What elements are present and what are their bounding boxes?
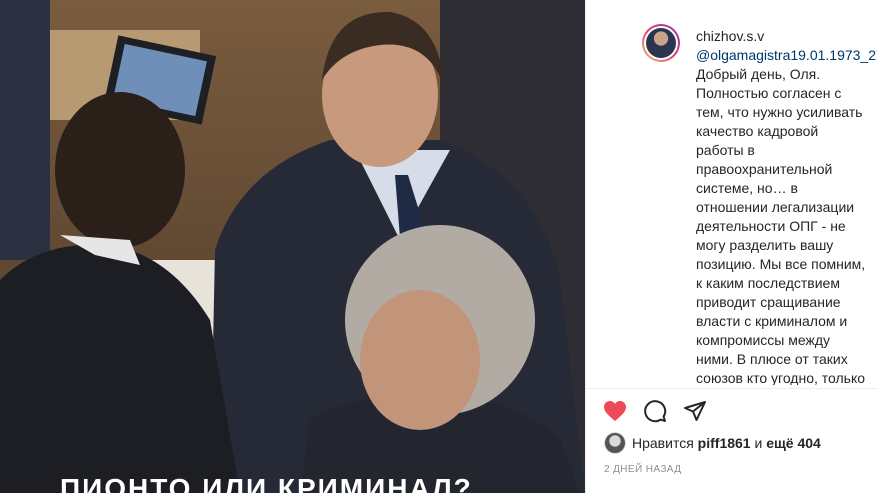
comment-mention[interactable]: @olgamagistra19.01.1973_279 xyxy=(696,47,877,63)
divider xyxy=(586,388,877,389)
post-timestamp[interactable]: 2 ДНЕЙ НАЗАД xyxy=(604,464,681,475)
post-actions xyxy=(602,396,708,426)
comment-text: Добрый день, Оля. Полностью согласен с т… xyxy=(696,66,866,385)
parliament-photo-illustration xyxy=(0,0,585,493)
comment-button[interactable] xyxy=(642,398,668,424)
likes-count[interactable]: ещё 404 xyxy=(766,435,821,451)
comment-scroll-area[interactable]: chizhov.s.v @olgamagistra19.01.1973_279 … xyxy=(586,0,877,385)
likes-user[interactable]: piff1861 xyxy=(698,435,751,451)
share-button[interactable] xyxy=(682,398,708,424)
share-icon xyxy=(684,401,706,421)
avatar[interactable] xyxy=(642,24,680,62)
heart-icon xyxy=(604,401,626,421)
post-side-panel: chizhov.s.v @olgamagistra19.01.1973_279 … xyxy=(585,0,877,493)
avatar-image xyxy=(646,28,676,58)
post-photo[interactable]: ПИОНТО ИЛИ КРИМИНАЛ? xyxy=(0,0,585,493)
likes-prefix: Нравится xyxy=(632,435,694,451)
photo-caption-overlay: ПИОНТО ИЛИ КРИМИНАЛ? xyxy=(60,473,473,493)
likes-middle: и xyxy=(754,435,763,451)
likes-avatar xyxy=(604,432,626,454)
like-button[interactable] xyxy=(602,398,628,424)
likes-summary[interactable]: Нравится piff1861 и ещё 404 xyxy=(604,432,821,454)
comment-icon xyxy=(644,400,667,423)
comment-body: chizhov.s.v @olgamagistra19.01.1973_279 … xyxy=(696,27,877,385)
comment-username[interactable]: chizhov.s.v xyxy=(696,27,868,46)
